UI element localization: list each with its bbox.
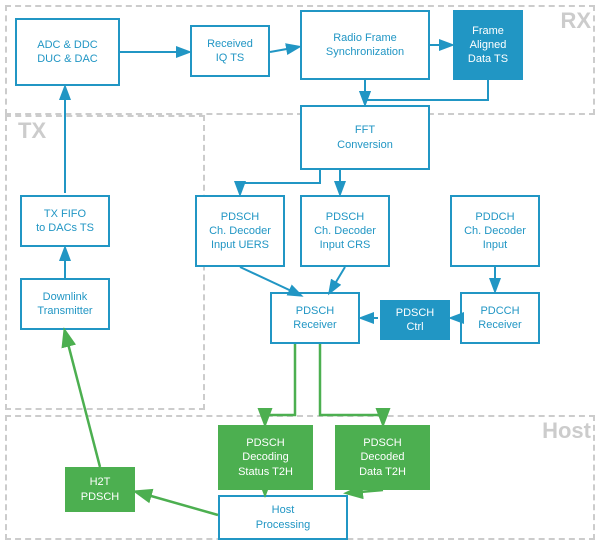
pddch-decoder-box: PDDCHCh. DecoderInput xyxy=(450,195,540,267)
downlink-tx-box: DownlinkTransmitter xyxy=(20,278,110,330)
pdcch-receiver-label: PDCCHReceiver xyxy=(478,304,521,333)
h2t-pdsch-box: H2TPDSCH xyxy=(65,467,135,512)
pdsch-decoder-crs-label: PDSCHCh. DecoderInput CRS xyxy=(314,210,376,253)
tx-region xyxy=(5,115,205,410)
fft-conversion-box: FFTConversion xyxy=(300,105,430,170)
received-iq-label: ReceivedIQ TS xyxy=(207,37,253,66)
rx-label: RX xyxy=(560,8,591,34)
tx-label: TX xyxy=(18,118,46,144)
radio-frame-sync-label: Radio FrameSynchronization xyxy=(326,31,404,60)
downlink-tx-label: DownlinkTransmitter xyxy=(37,290,92,319)
pdsch-decoded-data-label: PDSCHDecodedData T2H xyxy=(359,436,406,479)
h2t-pdsch-label: H2TPDSCH xyxy=(81,475,120,504)
frame-aligned-label: FrameAlignedData TS xyxy=(468,24,508,67)
pddch-decoder-label: PDDCHCh. DecoderInput xyxy=(464,210,526,253)
pdsch-decoder-crs-box: PDSCHCh. DecoderInput CRS xyxy=(300,195,390,267)
tx-fifo-label: TX FIFOto DACs TS xyxy=(36,207,94,236)
pdsch-ctrl-label: PDSCHCtrl xyxy=(396,306,435,335)
tx-fifo-box: TX FIFOto DACs TS xyxy=(20,195,110,247)
pdsch-decoder-uers-label: PDSCHCh. DecoderInput UERS xyxy=(209,210,271,253)
frame-aligned-box: FrameAlignedData TS xyxy=(453,10,523,80)
host-processing-box: HostProcessing xyxy=(218,495,348,540)
pdsch-ctrl-box: PDSCHCtrl xyxy=(380,300,450,340)
adc-ddc-box: ADC & DDCDUC & DAC xyxy=(15,18,120,86)
pdsch-receiver-box: PDSCHReceiver xyxy=(270,292,360,344)
pdsch-decoding-status-label: PDSCHDecodingStatus T2H xyxy=(238,436,293,479)
pdcch-receiver-box: PDCCHReceiver xyxy=(460,292,540,344)
pdsch-decoding-status-box: PDSCHDecodingStatus T2H xyxy=(218,425,313,490)
adc-ddc-label: ADC & DDCDUC & DAC xyxy=(37,38,98,67)
pdsch-receiver-label: PDSCHReceiver xyxy=(293,304,336,333)
received-iq-box: ReceivedIQ TS xyxy=(190,25,270,77)
pdsch-decoder-uers-box: PDSCHCh. DecoderInput UERS xyxy=(195,195,285,267)
host-processing-label: HostProcessing xyxy=(256,503,310,532)
radio-frame-sync-box: Radio FrameSynchronization xyxy=(300,10,430,80)
diagram: RX TX Host ADC & DDCDUC & DAC ReceivedIQ… xyxy=(0,0,603,547)
fft-conversion-label: FFTConversion xyxy=(337,123,393,152)
pdsch-decoded-data-box: PDSCHDecodedData T2H xyxy=(335,425,430,490)
host-label: Host xyxy=(542,418,591,444)
